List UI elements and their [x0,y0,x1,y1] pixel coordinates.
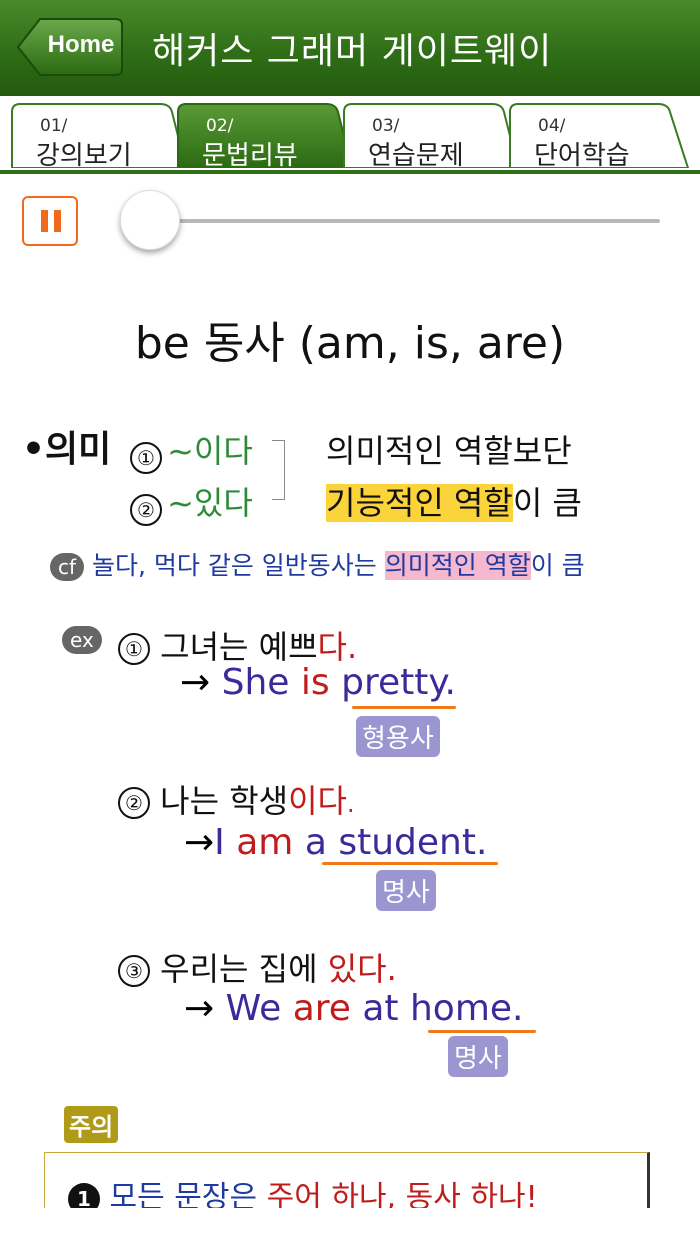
bottom-mask [0,1208,700,1244]
example-3-korean: ③ 우리는 집에 있다. [118,944,397,990]
cf-highlight: 의미적인 역할 [384,551,531,580]
cf-suffix: 이 큼 [530,551,585,580]
part-of-speech-tag: 명사 [448,1036,508,1077]
arrow: → [184,988,215,1029]
korean-sentence: 나는 학생 [160,782,289,820]
progress-slider-track[interactable] [130,219,660,223]
part-of-speech-tag: 명사 [376,870,436,911]
tab-label: 단어학습 [534,141,630,171]
be-verb: am [236,822,294,863]
number-badge: ① [118,633,150,665]
meaning-item-1: ① ~이다 [130,426,253,474]
meaning-note-2: 기능적인 역할이 큼 [326,478,582,524]
home-button[interactable]: Home [16,17,124,77]
be-verb: is [300,662,330,703]
english-part: I [214,822,237,863]
cf-line: cf 놀다, 먹다 같은 일반동사는 의미적인 역할이 큼 [50,546,585,582]
tab-lecture[interactable]: 01/ 강의보기 [10,102,188,171]
caution-badge: 주의 [64,1106,119,1143]
korean-sentence: 우리는 집에 [160,950,328,988]
meaning-label: •의미 [22,429,112,470]
lesson-title: be 동사 (am, is, are) [134,318,566,369]
bracket-divider [272,440,285,500]
cf-badge: cf [50,553,85,581]
tab-number: 03/ [372,116,400,136]
number-badge: ③ [118,955,150,987]
meaning-item-2: ② ~있다 [130,478,253,526]
arrow: → [180,662,211,703]
complement-underline [428,1030,536,1033]
ex-badge: ex [62,626,102,654]
app-title: 해커스 그래머 게이트웨이 [152,31,553,72]
tab-bar: 01/ 강의보기 02/ 문법리뷰 03/ 연습문제 04/ 단어학습 [0,96,700,174]
example-2-korean: ② 나는 학생이다. [118,776,355,822]
number-badge: ① [130,441,162,474]
pause-icon [54,210,61,232]
korean-emphasis: 이다 [288,782,347,820]
home-button-label: Home [47,31,115,58]
korean-emphasis: 다. [317,628,358,666]
korean-period: . [347,790,355,818]
tab-number: 02/ [206,116,234,136]
complement-underline [352,706,456,709]
arrow: → [184,822,215,863]
korean-emphasis: 있다 [327,950,387,988]
english-part: pretty. [329,662,456,703]
korean-sentence: 그녀는 예쁘 [160,628,318,666]
tab-label: 문법리뷰 [202,141,298,171]
number-badge: ② [118,787,150,819]
tab-number: 01/ [40,116,68,136]
english-part: at home. [350,988,524,1029]
meaning-note-1: 의미적인 역할보단 [326,432,572,470]
tab-practice[interactable]: 03/ 연습문제 [342,102,520,171]
tab-grammar-review[interactable]: 02/ 문법리뷰 [176,102,354,171]
english-part: a student. [293,822,488,863]
highlight-function-role: 기능적인 역할 [326,484,513,522]
english-part: She [221,662,301,703]
cf-text: 놀다, 먹다 같은 일반동사는 [92,551,385,580]
pause-button[interactable] [22,196,78,246]
tab-vocabulary[interactable]: 04/ 단어학습 [508,102,690,171]
tab-label: 연습문제 [368,141,464,171]
meaning-1-text: ~이다 [167,432,253,470]
number-badge: ② [130,493,162,526]
meaning-2-text: ~있다 [167,484,253,522]
tab-label: 강의보기 [36,141,132,171]
korean-period: . [386,950,397,988]
example-3-english: → We are at home. [184,988,524,1029]
progress-slider-knob[interactable] [120,190,180,250]
example-2-english: →I am a student. [184,822,487,863]
complement-underline [322,862,498,865]
header-bar: Home 해커스 그래머 게이트웨이 [0,0,700,96]
pause-icon [41,210,48,232]
note-suffix: 이 큼 [512,484,582,522]
example-1-english: → She is pretty. [180,662,456,703]
english-part: We [225,988,293,1029]
tab-number: 04/ [538,116,566,136]
be-verb: are [292,988,351,1029]
part-of-speech-tag: 형용사 [356,716,440,757]
